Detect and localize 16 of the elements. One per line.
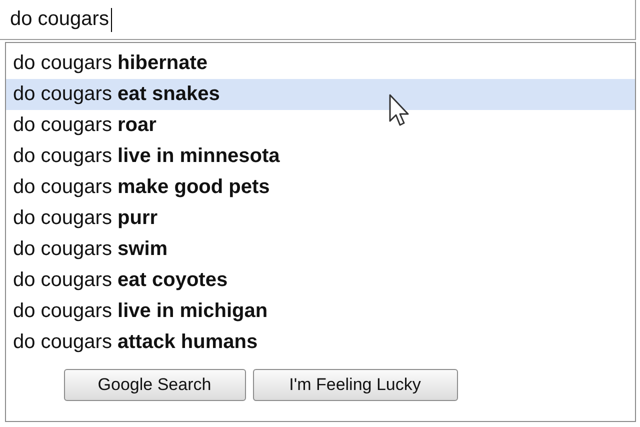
suggestion-item[interactable]: do cougars make good pets [6,172,635,203]
suggestion-item[interactable]: do cougars roar [6,110,635,141]
suggestion-item[interactable]: do cougars hibernate [6,48,635,79]
suggestion-item[interactable]: do cougars live in minnesota [6,141,635,172]
text-caret [110,8,112,32]
suggestion-item[interactable]: do cougars eat coyotes [6,265,635,296]
lucky-button[interactable]: I'm Feeling Lucky [252,369,458,401]
suggestion-item[interactable]: do cougars live in michigan [6,296,635,327]
suggestion-item[interactable]: do cougars swim [6,234,635,265]
search-button[interactable]: Google Search [64,369,246,401]
suggestion-item[interactable]: do cougars attack humans [6,327,635,358]
pointer-icon [389,94,411,128]
search-text: do cougars [10,8,109,31]
search-field[interactable]: do cougars [0,0,636,40]
suggestion-item[interactable]: do cougars eat snakes [6,79,635,110]
suggestion-item[interactable]: do cougars purr [6,203,635,234]
